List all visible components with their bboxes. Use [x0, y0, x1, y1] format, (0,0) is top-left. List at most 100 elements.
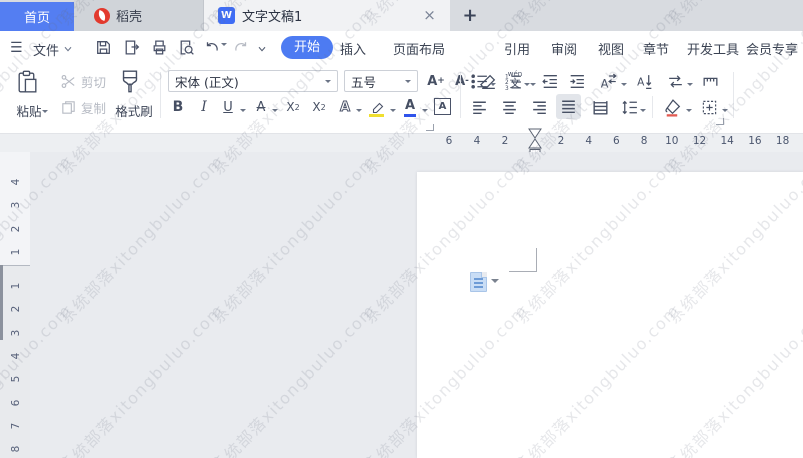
- copy-button[interactable]: 复制: [60, 98, 106, 117]
- subscript-exp: 2: [320, 102, 326, 112]
- strikethrough-dropdown-icon[interactable]: [272, 109, 278, 115]
- close-tab-icon[interactable]: ×: [421, 7, 438, 24]
- h-ruler-number: 14: [720, 135, 734, 147]
- cut-button[interactable]: 剪切: [60, 72, 106, 91]
- font-color-dropdown-icon[interactable]: [422, 109, 428, 115]
- smart-tag-dropdown-icon[interactable]: [491, 279, 499, 287]
- borders-dropdown-icon[interactable]: [722, 109, 728, 115]
- margin-crop-mark-vertical: [536, 248, 537, 272]
- docer-tab[interactable]: 稻壳: [74, 0, 204, 31]
- font-size-select[interactable]: 五号: [344, 70, 418, 92]
- redo-icon[interactable]: [232, 38, 251, 57]
- document-tab-label: 文字文稿1: [242, 10, 303, 25]
- format-painter-icon[interactable]: [118, 68, 142, 96]
- ribbon-bottom-strip: [0, 126, 803, 133]
- file-chevron-icon[interactable]: [62, 43, 74, 55]
- borders-button[interactable]: [697, 95, 721, 119]
- align-left-button[interactable]: [468, 96, 490, 118]
- customize-toolbar-chevron-icon[interactable]: [256, 43, 268, 55]
- tab-stops-button[interactable]: [699, 70, 721, 92]
- text-wrap-button[interactable]: [663, 70, 687, 92]
- h-ruler-number: 8: [640, 135, 648, 147]
- wps-writer-icon: W: [218, 7, 235, 24]
- vertical-ruler-edge-bar: [0, 265, 3, 340]
- export-icon[interactable]: [122, 38, 141, 57]
- numbering-button[interactable]: 1 2 3: [502, 70, 524, 92]
- save-icon[interactable]: [94, 38, 113, 57]
- menu-tab-1[interactable]: 开始: [281, 36, 334, 59]
- font-name-select[interactable]: 宋体 (正文): [168, 70, 338, 92]
- menu-tab-8[interactable]: 开发工具: [687, 39, 739, 58]
- undo-icon[interactable]: [203, 38, 222, 57]
- underline-letter: U: [223, 99, 233, 115]
- format-painter-button[interactable]: 格式刷: [112, 101, 156, 120]
- distribute-button[interactable]: [588, 96, 612, 118]
- document-page[interactable]: [417, 172, 803, 458]
- v-ruler-number: 3: [10, 202, 22, 209]
- italic-button[interactable]: I: [193, 96, 215, 118]
- menu-tab-5[interactable]: 审阅: [551, 39, 577, 58]
- pinyin-dropdown-icon[interactable]: [530, 83, 536, 89]
- bullets-button[interactable]: [468, 70, 490, 92]
- asian-layout-dropdown-icon[interactable]: [621, 83, 627, 89]
- menu-tab-6[interactable]: 视图: [598, 39, 624, 58]
- docer-logo-icon: [94, 7, 110, 24]
- menu-tab-4[interactable]: 引用: [504, 39, 530, 58]
- shading-dropdown-icon[interactable]: [686, 109, 692, 115]
- increase-indent-button[interactable]: [565, 70, 587, 92]
- v-ruler-number: 4: [10, 178, 22, 186]
- text-effects-button[interactable]: A: [334, 96, 356, 118]
- wps-writer-window: 首页 稻壳 W 文字文稿1 × + ☰ 文件 开始 插入 页面布局 引用 审阅 …: [0, 0, 803, 458]
- menu-tab-3[interactable]: 页面布局: [393, 39, 445, 58]
- v-ruler-number: 2: [10, 305, 22, 313]
- numbering-dropdown-icon[interactable]: [524, 83, 530, 89]
- decrease-indent-button[interactable]: [538, 70, 560, 92]
- menu-tab-7[interactable]: 章节: [643, 39, 669, 58]
- menu-tab-9[interactable]: 会员专享: [746, 39, 798, 58]
- print-icon[interactable]: [150, 38, 169, 57]
- docer-tab-label: 稻壳: [116, 10, 143, 25]
- new-tab-button[interactable]: +: [459, 5, 481, 27]
- document-tab[interactable]: W 文字文稿1 ×: [204, 0, 450, 31]
- undo-dropdown-icon[interactable]: [221, 43, 227, 68]
- align-center-button[interactable]: [498, 96, 520, 118]
- paste-icon[interactable]: [14, 69, 41, 96]
- underline-dropdown-icon[interactable]: [240, 109, 246, 115]
- print-preview-icon[interactable]: [177, 38, 196, 57]
- h-ruler-number: 2: [501, 135, 509, 147]
- menu-tab-2[interactable]: 插入: [340, 39, 366, 58]
- align-right-button[interactable]: [528, 96, 550, 118]
- font-size-dropdown-icon: [405, 80, 411, 86]
- strikethrough-button[interactable]: A: [250, 96, 272, 118]
- highlight-dropdown-icon[interactable]: [390, 109, 396, 115]
- text-effects-dropdown-icon[interactable]: [356, 109, 362, 115]
- underline-button[interactable]: U: [217, 96, 239, 118]
- font-color-swatch: [404, 113, 416, 117]
- bold-button[interactable]: B: [167, 96, 189, 118]
- grow-font-button[interactable]: A +: [425, 70, 447, 92]
- paste-button[interactable]: 粘贴: [8, 101, 56, 120]
- text-wrap-dropdown-icon[interactable]: [687, 83, 693, 89]
- smart-tag-document-icon[interactable]: [470, 272, 487, 292]
- font-name-value: 宋体 (正文): [175, 74, 239, 90]
- line-spacing-button[interactable]: [618, 96, 640, 118]
- home-tab[interactable]: 首页: [0, 2, 74, 31]
- subscript-button[interactable]: X2: [308, 96, 330, 118]
- document-workspace[interactable]: 4 3 2 1 1 2 3 4 5 6 7 8: [0, 152, 803, 458]
- text-direction-button[interactable]: A: [633, 70, 655, 92]
- hamburger-menu-icon[interactable]: ☰: [10, 40, 23, 56]
- superscript-button[interactable]: X2: [282, 96, 304, 118]
- line-spacing-dropdown-icon[interactable]: [640, 109, 646, 115]
- justify-button[interactable]: [556, 94, 581, 119]
- highlight-color-button[interactable]: [366, 95, 388, 119]
- bullets-dropdown-icon[interactable]: [490, 83, 496, 89]
- horizontal-ruler[interactable]: [0, 133, 803, 283]
- vertical-ruler-margin-line: [0, 265, 30, 266]
- italic-letter: I: [201, 99, 207, 115]
- file-menu-button[interactable]: 文件: [33, 40, 59, 59]
- font-color-button[interactable]: A: [400, 95, 420, 119]
- asian-layout-button[interactable]: A: [596, 70, 620, 92]
- char-border-button[interactable]: A: [434, 98, 451, 115]
- shading-button[interactable]: [660, 95, 684, 119]
- layout-corner-mark: [716, 118, 724, 125]
